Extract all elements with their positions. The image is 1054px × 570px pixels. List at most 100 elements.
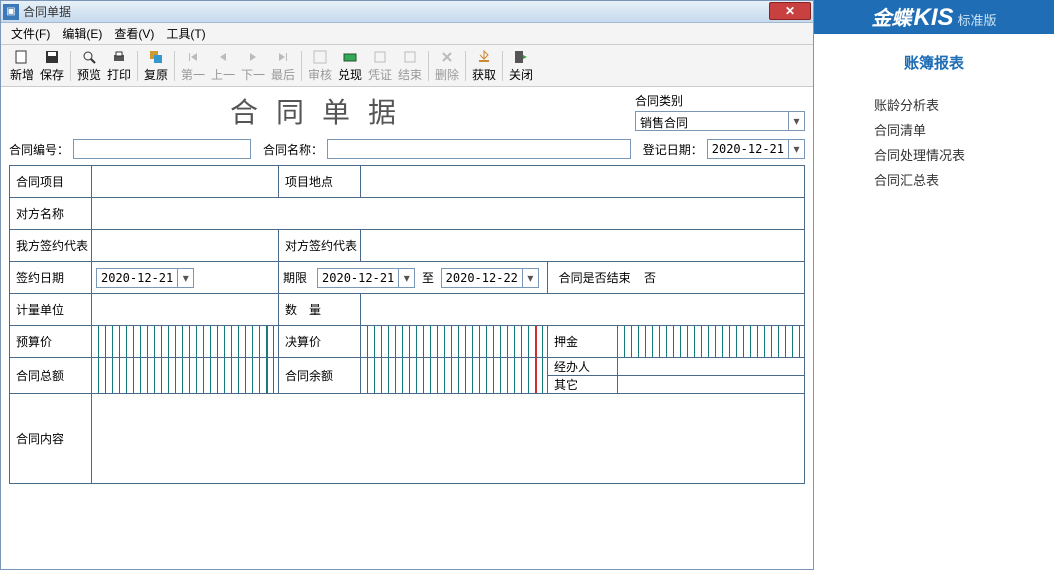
restore-icon xyxy=(148,49,164,65)
titlebar: ▣ 合同单据 ✕ xyxy=(1,1,813,23)
other-party-label: 对方名称 xyxy=(10,198,92,230)
tb-cash[interactable]: 兑现 xyxy=(335,48,365,84)
chevron-down-icon: ▾ xyxy=(788,140,804,158)
close-icon: ✕ xyxy=(785,4,795,18)
tb-restore[interactable]: 复原 xyxy=(141,48,171,84)
other-label: 其它 xyxy=(548,376,618,394)
our-signer-cell[interactable] xyxy=(92,230,279,262)
contract-no-label: 合同编号： xyxy=(9,141,69,158)
preview-icon xyxy=(81,49,97,65)
tb-close[interactable]: 关闭 xyxy=(506,48,536,84)
tb-print[interactable]: 打印 xyxy=(104,48,134,84)
tb-fetch[interactable]: 获取 xyxy=(469,48,499,84)
brand-banner: 金蝶 KIS 标准版 xyxy=(814,0,1054,34)
fetch-icon xyxy=(476,49,492,65)
tb-delete: 删除 xyxy=(432,48,462,84)
their-signer-label: 对方签约代表 xyxy=(279,230,361,262)
sidebar-link-aging[interactable]: 账龄分析表 xyxy=(874,95,1054,114)
menu-edit[interactable]: 编辑(E) xyxy=(58,23,106,44)
contract-type-select[interactable]: 销售合同 ▾ xyxy=(635,111,805,131)
tb-save[interactable]: 保存 xyxy=(37,48,67,84)
menu-file[interactable]: 文件(F) xyxy=(7,23,54,44)
chevron-down-icon: ▾ xyxy=(788,112,804,130)
content-area: 合同单据 合同类别 销售合同 ▾ 合同编号： 合同名称： 登记日期： 2020-… xyxy=(1,87,813,569)
reg-date-label: 登记日期： xyxy=(643,141,703,158)
delete-icon xyxy=(439,49,455,65)
menu-tool[interactable]: 工具(T) xyxy=(162,23,209,44)
app-icon: ▣ xyxy=(3,4,19,20)
handler-cell[interactable] xyxy=(618,358,805,376)
tb-last: 最后 xyxy=(268,48,298,84)
settle-cell[interactable] xyxy=(361,326,547,357)
save-icon xyxy=(44,49,60,65)
finished-value: 否 xyxy=(644,271,656,285)
new-icon xyxy=(14,49,30,65)
qty-label: 数 量 xyxy=(279,294,361,326)
contract-no-input[interactable] xyxy=(73,139,251,159)
other-party-cell[interactable] xyxy=(92,198,805,230)
tb-prev: 上一 xyxy=(208,48,238,84)
cash-icon xyxy=(342,49,358,65)
print-icon xyxy=(111,49,127,65)
type-label: 合同类别 xyxy=(635,92,805,109)
their-signer-cell[interactable] xyxy=(361,230,805,262)
period-from-field[interactable]: 2020-12-21 ▾ xyxy=(317,268,415,288)
total-label: 合同总额 xyxy=(10,358,92,394)
toolbar: 新增 保存 预览 打印 复原 第一 上一 下一 最后 审核 兑现 凭证 结束 删… xyxy=(1,45,813,87)
tb-next: 下一 xyxy=(238,48,268,84)
tb-closeperiod: 结束 xyxy=(395,48,425,84)
voucher-icon xyxy=(372,49,388,65)
qty-cell[interactable] xyxy=(361,294,805,326)
exit-icon xyxy=(513,49,529,65)
sign-date-label: 签约日期 xyxy=(10,262,92,294)
reg-date-field[interactable]: 2020-12-21 ▾ xyxy=(707,139,805,159)
period-to-field[interactable]: 2020-12-22 ▾ xyxy=(441,268,539,288)
prev-icon xyxy=(215,49,231,65)
finished-label: 合同是否结束 xyxy=(559,271,631,285)
type-value: 销售合同 xyxy=(636,112,788,130)
last-icon xyxy=(275,49,291,65)
location-cell[interactable] xyxy=(361,166,805,198)
window-title: 合同单据 xyxy=(23,3,71,20)
audit-icon xyxy=(312,49,328,65)
balance-cell[interactable] xyxy=(361,358,547,393)
tb-voucher: 凭证 xyxy=(365,48,395,84)
deposit-cell[interactable] xyxy=(618,326,804,357)
sidebar-link-list[interactable]: 合同清单 xyxy=(874,120,1054,139)
our-signer-label: 我方签约代表 xyxy=(10,230,92,262)
next-icon xyxy=(245,49,261,65)
unit-cell[interactable] xyxy=(92,294,279,326)
sign-date-field[interactable]: 2020-12-21 ▾ xyxy=(96,268,194,288)
sidebar-header: 账簿报表 xyxy=(814,52,1054,73)
budget-cell[interactable] xyxy=(92,326,278,357)
sidebar-link-summary[interactable]: 合同汇总表 xyxy=(874,170,1054,189)
menubar: 文件(F) 编辑(E) 查看(V) 工具(T) xyxy=(1,23,813,45)
tb-first: 第一 xyxy=(178,48,208,84)
tb-preview[interactable]: 预览 xyxy=(74,48,104,84)
other-cell[interactable] xyxy=(618,376,805,394)
window-close-button[interactable]: ✕ xyxy=(769,2,811,20)
chevron-down-icon: ▾ xyxy=(522,269,538,287)
end-icon xyxy=(402,49,418,65)
menu-view[interactable]: 查看(V) xyxy=(110,23,158,44)
contract-name-label: 合同名称： xyxy=(263,141,323,158)
sidebar: 金蝶 KIS 标准版 账簿报表 账龄分析表 合同清单 合同处理情况表 合同汇总表 xyxy=(814,0,1054,570)
deposit-label: 押金 xyxy=(548,326,618,358)
total-cell[interactable] xyxy=(92,358,278,393)
first-icon xyxy=(185,49,201,65)
content-label: 合同内容 xyxy=(10,394,92,484)
balance-label: 合同余额 xyxy=(279,358,361,394)
content-cell[interactable] xyxy=(92,394,805,484)
tb-new[interactable]: 新增 xyxy=(7,48,37,84)
settle-label: 决算价 xyxy=(279,326,361,358)
item-cell[interactable] xyxy=(92,166,279,198)
contract-name-input[interactable] xyxy=(327,139,631,159)
chevron-down-icon: ▾ xyxy=(398,269,414,287)
item-label: 合同项目 xyxy=(10,166,92,198)
location-label: 项目地点 xyxy=(279,166,361,198)
sidebar-link-status[interactable]: 合同处理情况表 xyxy=(874,145,1054,164)
period-label: 期限 xyxy=(283,271,307,285)
form-title: 合同单据 xyxy=(9,91,635,131)
tb-audit: 审核 xyxy=(305,48,335,84)
handler-label: 经办人 xyxy=(548,358,618,376)
